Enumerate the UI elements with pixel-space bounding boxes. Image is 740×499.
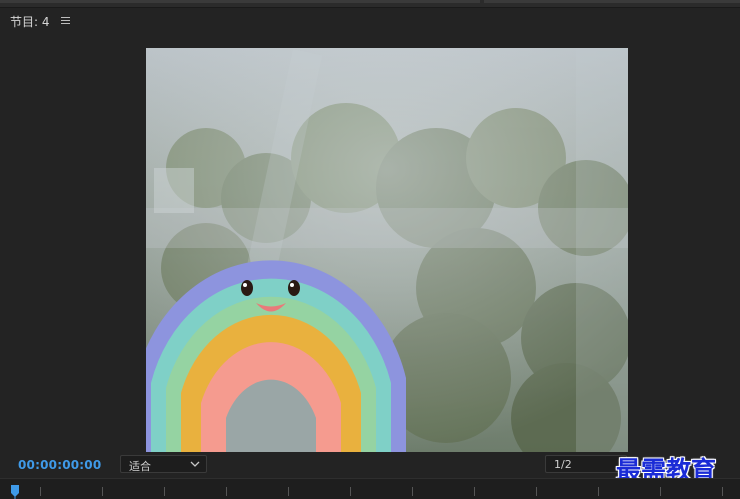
ruler-tick <box>102 487 103 496</box>
video-frame-image <box>146 48 628 452</box>
top-panel-strip <box>0 0 740 8</box>
ruler-tick <box>598 487 599 496</box>
program-monitor-header: 节目: 4 <box>0 8 740 34</box>
ruler-tick <box>350 487 351 496</box>
ruler-tick <box>722 487 723 496</box>
program-monitor-viewer <box>0 34 740 452</box>
playhead-icon[interactable] <box>10 485 20 499</box>
ruler-tick <box>412 487 413 496</box>
playhead-timecode[interactable]: 00:00:00:00 <box>18 458 101 472</box>
video-frame[interactable] <box>146 48 628 452</box>
ruler-tick <box>288 487 289 496</box>
panel-divider <box>484 0 740 3</box>
chevron-down-icon <box>190 461 200 467</box>
hamburger-menu-icon[interactable] <box>60 12 72 26</box>
panel-title[interactable]: 节目: 4 <box>10 13 50 30</box>
ruler-tick <box>164 487 165 496</box>
ruler-tick <box>536 487 537 496</box>
ruler-tick <box>474 487 475 496</box>
ruler-tick <box>660 487 661 496</box>
playback-resolution-select[interactable]: 1/2 <box>545 455 627 473</box>
time-ruler[interactable] <box>0 478 740 499</box>
zoom-level-value: 适合 <box>129 460 151 473</box>
ruler-tick <box>40 487 41 496</box>
playback-resolution-value: 1/2 <box>554 458 572 471</box>
panel-divider <box>0 0 480 3</box>
zoom-level-select[interactable]: 适合 <box>120 455 207 473</box>
ruler-tick <box>226 487 227 496</box>
